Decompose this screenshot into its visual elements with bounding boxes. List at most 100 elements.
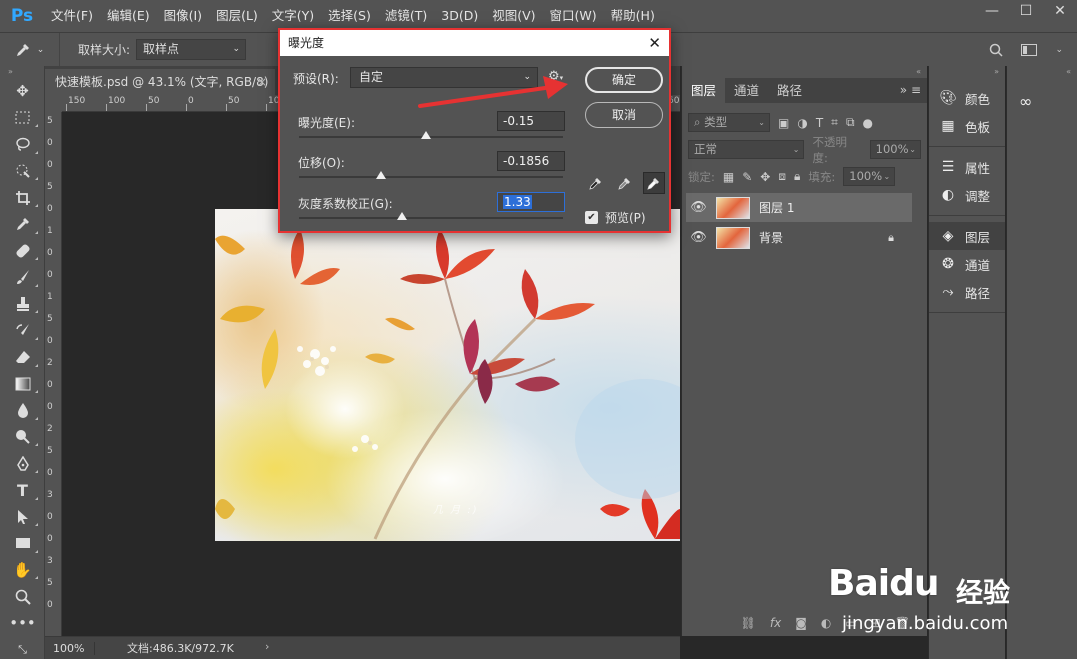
exposure-input[interactable]: -0.15 <box>497 111 565 131</box>
panel-grip-icon[interactable]: » <box>0 66 44 78</box>
gamma-input[interactable]: 1.33 <box>497 192 565 212</box>
zoom-tool-icon[interactable] <box>0 583 45 610</box>
dock-item-paths[interactable]: ⤳ 路径 <box>929 278 1005 306</box>
panel-collapse-icon[interactable]: « <box>682 66 927 78</box>
tab-paths[interactable]: 路径 <box>768 78 811 103</box>
type-tool-icon[interactable]: T <box>0 477 45 504</box>
path-selection-tool-icon[interactable] <box>0 504 45 531</box>
menu-file[interactable]: 文件(F) <box>44 0 100 32</box>
lock-all-icon[interactable]: 🔒︎ <box>794 169 800 184</box>
rectangle-tool-icon[interactable] <box>0 530 45 557</box>
eyedropper-tool-icon[interactable] <box>0 211 45 238</box>
pen-tool-icon[interactable] <box>0 450 45 477</box>
exposure-slider-thumb[interactable] <box>420 131 431 139</box>
type-filter-icon[interactable]: T <box>816 116 823 130</box>
menu-edit[interactable]: 编辑(E) <box>100 0 157 32</box>
menu-image[interactable]: 图像(I) <box>157 0 209 32</box>
preview-toggle[interactable]: ✔ 预览(P) <box>585 209 646 226</box>
gamma-slider-thumb[interactable] <box>396 212 407 220</box>
swap-colors-icon[interactable]: ⤡ <box>0 636 45 659</box>
layer-row-layer1[interactable]: 👁︎ 图层 1 <box>686 193 912 222</box>
offset-slider-track[interactable] <box>299 176 563 178</box>
dock-item-color[interactable]: 🎨︎ 颜色 <box>929 84 1005 112</box>
document-info[interactable]: 文档:486.3K/972.7K <box>127 640 234 656</box>
add-mask-icon[interactable]: ◙ <box>795 616 807 630</box>
fill-field[interactable]: 100% ⌄ <box>843 167 896 186</box>
blend-mode-select[interactable]: 正常 ⌄ <box>688 140 805 159</box>
brush-tool-icon[interactable] <box>0 264 45 291</box>
link-layers-icon[interactable]: ⛓ <box>741 616 756 630</box>
opacity-field[interactable]: 100% ⌄ <box>869 140 921 159</box>
document-photo[interactable]: 几 月 :) <box>215 209 680 541</box>
dock-item-properties[interactable]: ☰ 属性 <box>929 153 1005 181</box>
tab-layers[interactable]: 图层 <box>682 78 726 103</box>
ok-button[interactable]: 确定 <box>585 67 663 93</box>
panel-menu-icon[interactable]: » ≡ <box>900 78 921 103</box>
close-icon[interactable]: ✕ <box>1043 0 1077 22</box>
exposure-slider-track[interactable] <box>299 136 563 138</box>
move-tool-icon[interactable]: ✥ <box>0 78 45 105</box>
lock-image-icon[interactable]: ✎ <box>742 170 752 184</box>
dock-collapse-icon[interactable]: « <box>1007 66 1077 78</box>
blur-tool-icon[interactable] <box>0 397 45 424</box>
minimize-icon[interactable]: — <box>975 0 1009 22</box>
zoom-level[interactable]: 100% <box>45 641 95 655</box>
lock-position-icon[interactable]: ✥ <box>760 170 770 184</box>
preset-select[interactable]: 自定 ⌄ <box>350 67 538 88</box>
layer-row-background[interactable]: 👁︎ 背景 🔒︎ <box>686 223 912 252</box>
workspace-icon[interactable] <box>1021 44 1038 56</box>
marquee-tool-icon[interactable] <box>0 105 45 132</box>
healing-brush-tool-icon[interactable] <box>0 238 45 265</box>
close-icon[interactable]: ✕ <box>648 30 661 56</box>
creative-cloud-icon[interactable]: ∞ <box>1019 92 1032 111</box>
visibility-eye-icon[interactable]: 👁︎ <box>686 230 711 245</box>
restore-icon[interactable]: ☐ <box>1009 0 1043 22</box>
preview-checkbox[interactable]: ✔ <box>585 211 598 224</box>
dock-collapse-icon[interactable]: » <box>929 66 1005 78</box>
shape-filter-icon[interactable]: ⌗ <box>831 115 838 130</box>
ruler-corner[interactable] <box>45 95 62 112</box>
lock-artboard-icon[interactable]: ⧈ <box>778 169 786 184</box>
dock-item-channels[interactable]: ❂ 通道 <box>929 250 1005 278</box>
document-tab[interactable]: 快速模板.psd @ 43.1% (文字, RGB/8) * × <box>45 69 275 115</box>
history-brush-tool-icon[interactable] <box>0 317 45 344</box>
sample-size-select[interactable]: 取样点 ⌄ <box>136 39 247 60</box>
vertical-ruler[interactable]: 5 0 0 5 0 1 0 0 1 5 0 2 0 0 2 5 0 3 0 0 3 5 0 <box>45 112 62 636</box>
menu-layer[interactable]: 图层(L) <box>209 0 265 32</box>
status-menu-arrow-icon[interactable]: › <box>265 640 269 653</box>
dock-item-layers[interactable]: ◈ 图层 <box>929 222 1005 250</box>
smart-object-filter-icon[interactable]: ⧉ <box>846 115 855 130</box>
lock-transparent-icon[interactable]: ▦ <box>723 170 734 184</box>
pixel-filter-icon[interactable]: ▣ <box>778 116 789 130</box>
more-tools-icon[interactable]: ••• <box>0 610 45 637</box>
dodge-tool-icon[interactable] <box>0 424 45 451</box>
cancel-button[interactable]: 取消 <box>585 102 663 128</box>
gamma-slider-track[interactable] <box>299 217 563 219</box>
gradient-tool-icon[interactable] <box>0 371 45 398</box>
adjustment-filter-icon[interactable]: ◑ <box>797 116 807 130</box>
tab-channels[interactable]: 通道 <box>725 78 768 103</box>
filter-toggle-icon[interactable]: ● <box>863 116 873 130</box>
crop-tool-icon[interactable] <box>0 184 45 211</box>
close-tab-icon[interactable]: × <box>257 69 267 95</box>
lasso-tool-icon[interactable] <box>0 131 45 158</box>
layer-style-icon[interactable]: fx <box>770 616 781 630</box>
hand-tool-icon[interactable]: ✋ <box>0 557 45 584</box>
quick-selection-tool-icon[interactable] <box>0 158 45 185</box>
gray-point-eyedropper-icon[interactable] <box>614 172 636 194</box>
black-point-eyedropper-icon[interactable] <box>585 172 607 194</box>
gear-icon[interactable]: ⚙︎▾ <box>548 69 563 84</box>
offset-input[interactable]: -0.1856 <box>497 151 565 171</box>
offset-slider-thumb[interactable] <box>375 171 386 179</box>
layer-filter-select[interactable]: ⌕ 类型 ⌄ <box>688 113 770 132</box>
clone-stamp-tool-icon[interactable] <box>0 291 45 318</box>
white-point-eyedropper-icon[interactable] <box>643 172 665 194</box>
visibility-eye-icon[interactable]: 👁︎ <box>686 200 711 215</box>
chevron-down-icon[interactable]: ⌄ <box>1055 45 1063 55</box>
dock-item-swatches[interactable]: ▦ 色板 <box>929 112 1005 140</box>
dialog-titlebar[interactable]: 曝光度 ✕ <box>280 30 669 56</box>
eraser-tool-icon[interactable] <box>0 344 45 371</box>
search-icon[interactable] <box>989 43 1003 57</box>
dock-item-adjustments[interactable]: ◐ 调整 <box>929 181 1005 209</box>
tool-preset-picker[interactable]: ⌄ <box>0 32 60 67</box>
